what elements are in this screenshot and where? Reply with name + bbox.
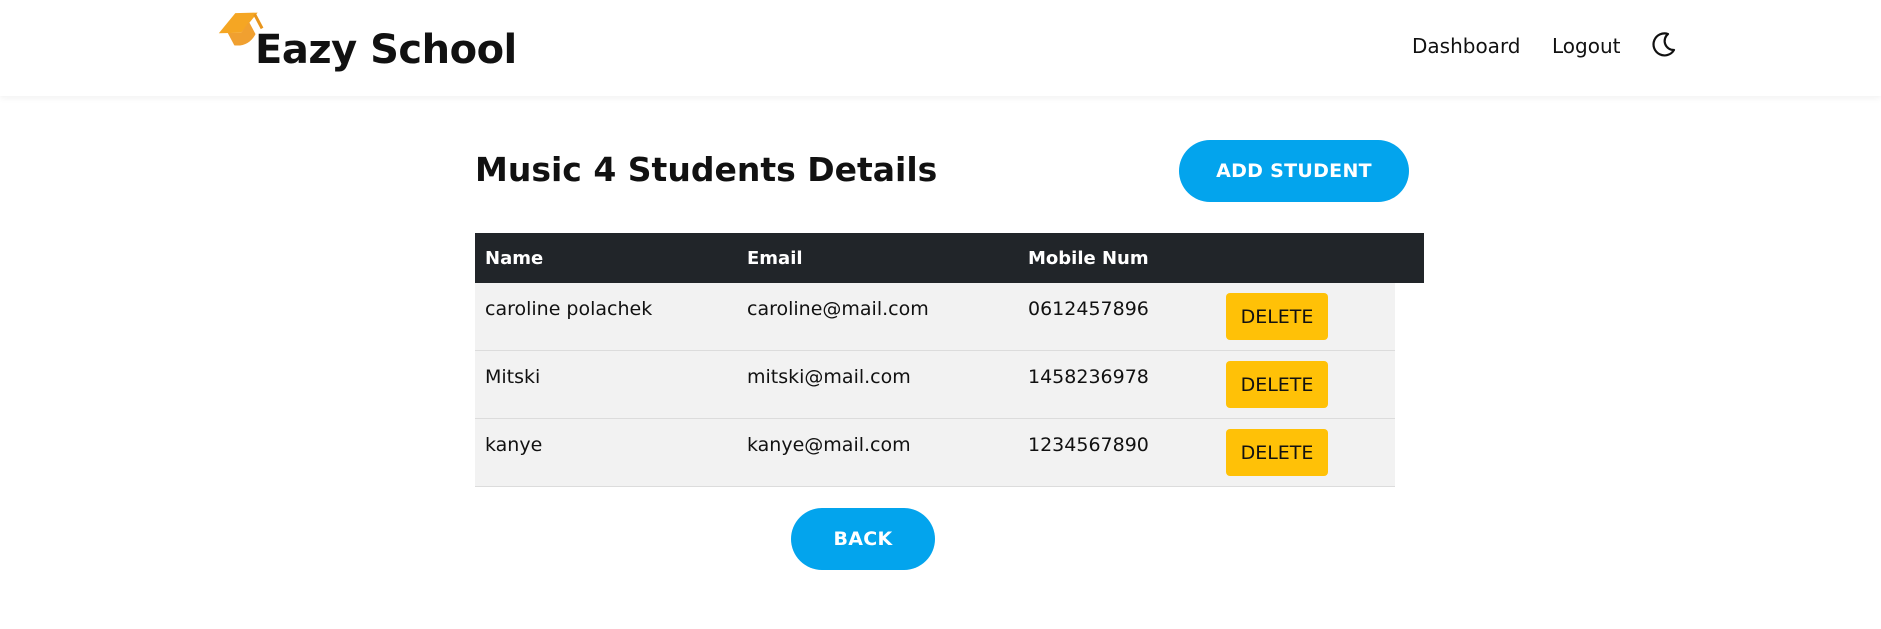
student-mobile: 1458236978 — [1028, 366, 1149, 388]
table-row: kanye kanye@mail.com 1234567890 DELETE — [475, 419, 1395, 487]
student-mobile: 0612457896 — [1028, 298, 1149, 320]
brand-link[interactable]: Eazy School — [218, 0, 517, 96]
delete-button[interactable]: DELETE — [1226, 293, 1328, 340]
student-email: caroline@mail.com — [747, 298, 929, 320]
student-name: caroline polachek — [485, 298, 653, 320]
page-title: Music 4 Students Details — [475, 150, 938, 189]
delete-button[interactable]: DELETE — [1226, 429, 1328, 476]
column-header-mobile: Mobile Num — [1028, 248, 1149, 269]
brand-name: Eazy School — [255, 27, 517, 73]
nav-logout-link[interactable]: Logout — [1552, 34, 1620, 58]
column-header-name: Name — [485, 248, 544, 269]
student-name: kanye — [485, 434, 543, 456]
add-student-button[interactable]: ADD STUDENT — [1179, 140, 1409, 202]
student-email: mitski@mail.com — [747, 366, 911, 388]
column-header-email: Email — [747, 248, 803, 269]
student-email: kanye@mail.com — [747, 434, 911, 456]
delete-button[interactable]: DELETE — [1226, 361, 1328, 408]
student-mobile: 1234567890 — [1028, 434, 1149, 456]
table-row: caroline polachek caroline@mail.com 0612… — [475, 283, 1395, 351]
moon-icon[interactable] — [1650, 30, 1678, 58]
back-button[interactable]: BACK — [791, 508, 935, 570]
table-header: Name Email Mobile Num — [475, 233, 1424, 283]
navbar: Eazy School Dashboard Logout — [0, 0, 1881, 96]
table-row: Mitski mitski@mail.com 1458236978 DELETE — [475, 351, 1395, 419]
nav-dashboard-link[interactable]: Dashboard — [1412, 34, 1521, 58]
student-name: Mitski — [485, 366, 541, 388]
